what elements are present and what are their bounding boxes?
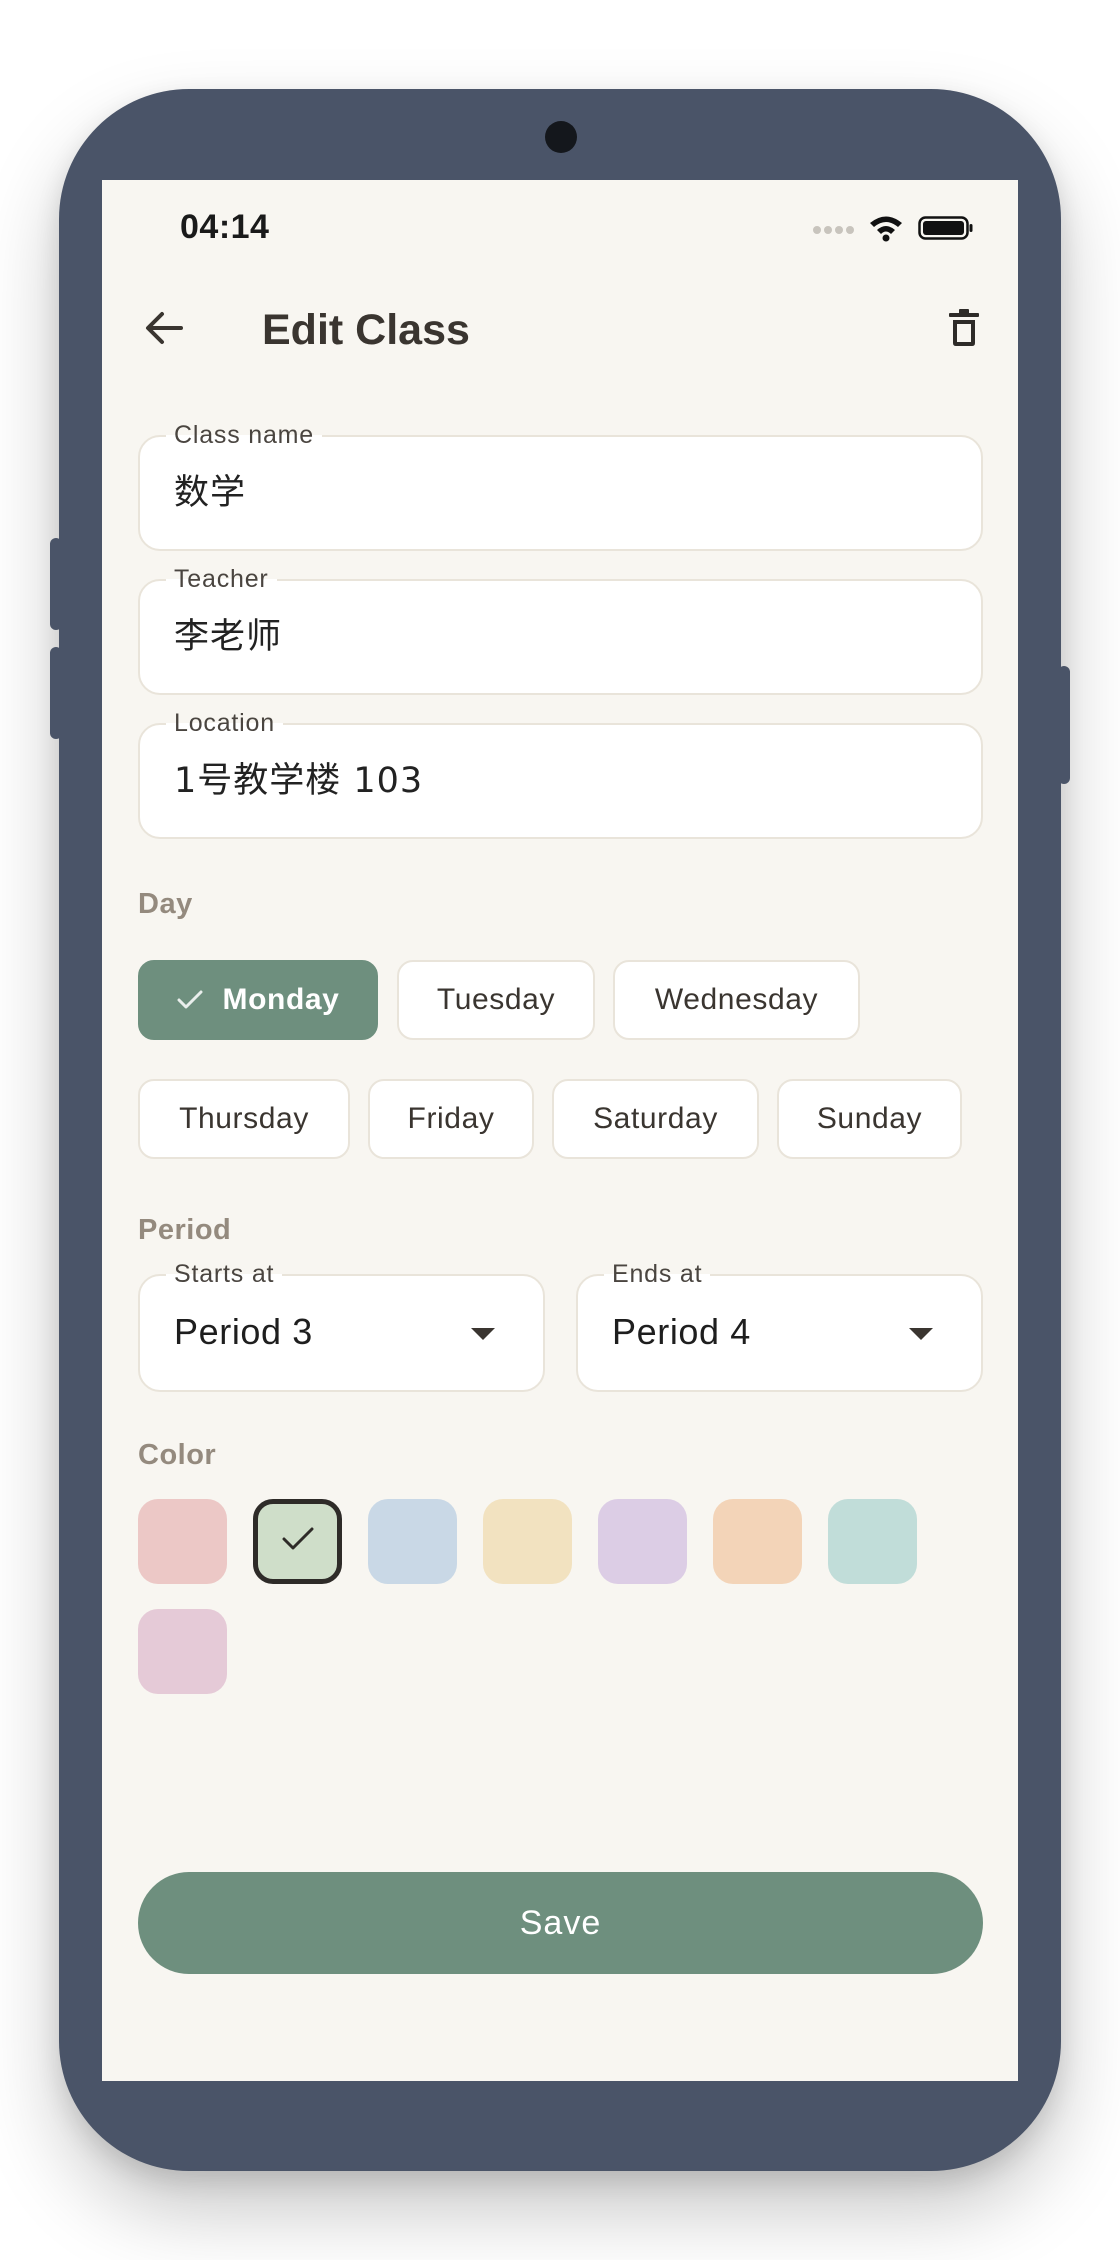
day-chip-label: Monday: [222, 983, 340, 1016]
cellular-signal-icon: [812, 222, 854, 240]
color-swatch[interactable]: [138, 1499, 227, 1584]
back-button[interactable]: [136, 302, 192, 358]
ends-at-select[interactable]: Ends at Period 4: [576, 1259, 983, 1392]
day-chip-tuesday[interactable]: Tuesday: [397, 960, 595, 1040]
day-chip-sunday[interactable]: Sunday: [777, 1079, 962, 1159]
class-name-field[interactable]: Class name 数学: [138, 420, 983, 551]
day-chip-wednesday[interactable]: Wednesday: [613, 960, 860, 1040]
day-chip-monday[interactable]: Monday: [138, 960, 378, 1040]
day-chip-label: Friday: [407, 1102, 495, 1135]
delete-button[interactable]: [936, 302, 992, 358]
day-chip-label: Tuesday: [436, 983, 556, 1016]
day-chip-label: Wednesday: [654, 983, 819, 1016]
class-name-value: 数学: [174, 473, 247, 513]
color-swatch[interactable]: [368, 1499, 457, 1584]
save-button[interactable]: Save: [138, 1872, 983, 1974]
save-button-label: Save: [519, 1903, 602, 1942]
teacher-value: 李老师: [174, 617, 283, 657]
power-button: [1058, 666, 1070, 784]
color-swatch[interactable]: [483, 1499, 572, 1584]
teacher-field[interactable]: Teacher 李老师: [138, 564, 983, 695]
dropdown-arrow-icon: [909, 1328, 933, 1340]
color-swatch[interactable]: [713, 1499, 802, 1584]
day-section-label: Day: [138, 888, 193, 920]
day-chip-thursday[interactable]: Thursday: [138, 1079, 350, 1159]
front-camera: [545, 121, 577, 153]
color-swatch[interactable]: [598, 1499, 687, 1584]
location-field[interactable]: Location 1号教学楼 103: [138, 708, 983, 839]
status-icons: [812, 214, 974, 247]
day-chip-label: Sunday: [816, 1102, 923, 1135]
day-chip-label: Thursday: [179, 1102, 309, 1135]
app-screen: 04:14 Edit Class Class name 数学 Teacher 李…: [102, 180, 1018, 2081]
battery-icon: [918, 216, 974, 245]
color-swatch[interactable]: [828, 1499, 917, 1584]
volume-down-button: [50, 647, 62, 739]
check-icon: [177, 990, 203, 1010]
color-section-label: Color: [138, 1439, 217, 1471]
day-chip-label: Saturday: [593, 1102, 718, 1135]
volume-up-button: [50, 538, 62, 630]
arrow-left-icon: [144, 310, 184, 351]
day-chip-saturday[interactable]: Saturday: [552, 1079, 759, 1159]
status-time: 04:14: [180, 208, 270, 246]
location-value: 1号教学楼 103: [174, 761, 424, 801]
dropdown-arrow-icon: [471, 1328, 495, 1340]
starts-at-select[interactable]: Starts at Period 3: [138, 1259, 545, 1392]
color-swatch[interactable]: [138, 1609, 227, 1694]
trash-icon: [948, 308, 980, 353]
period-section-label: Period: [138, 1214, 232, 1246]
wifi-icon: [868, 214, 904, 247]
color-swatch[interactable]: [253, 1499, 342, 1584]
starts-at-value: Period 3: [174, 1311, 313, 1352]
check-icon: [282, 1527, 314, 1556]
ends-at-value: Period 4: [612, 1311, 751, 1352]
page-title: Edit Class: [262, 306, 470, 354]
day-chip-friday[interactable]: Friday: [368, 1079, 534, 1159]
